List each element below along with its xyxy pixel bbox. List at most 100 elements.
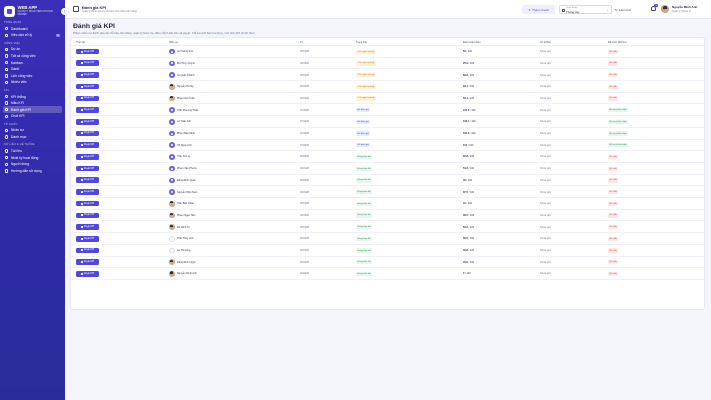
score-max: / 100 xyxy=(468,213,475,217)
brand-subtitle: QUẢN LÝ NHÂN VIÊN CHUYÊN NGHIỆP xyxy=(17,10,53,16)
review-kpi-button[interactable]: Duyệt KPI xyxy=(76,177,99,184)
review-kpi-button[interactable]: Duyệt KPI xyxy=(76,48,99,55)
sidebar-item[interactable]: Đánh giá KPI xyxy=(3,106,62,114)
nav-item-icon xyxy=(5,101,9,105)
employee-name[interactable]: Nguyễn Hiền Nam xyxy=(177,191,197,194)
review-kpi-button[interactable]: Duyệt KPI xyxy=(76,142,99,148)
nav-item-icon xyxy=(5,60,9,65)
review-kpi-label: Duyệt KPI xyxy=(83,73,95,76)
sidebar-item[interactable]: Hướng dẫn sử dụng xyxy=(3,168,62,175)
employee-name[interactable]: Phạm Anh Tuấn xyxy=(177,97,195,100)
review-kpi-button[interactable]: Duyệt KPI xyxy=(76,271,99,277)
employee-name[interactable]: Lê Tuấn Anh xyxy=(177,120,191,123)
page-description: Phiên nhân sự đánh giá các chỉ tiêu cần … xyxy=(73,31,256,35)
sidebar-item[interactable]: KPI thẳng xyxy=(3,93,62,100)
employee-name[interactable]: Phạm Ngọc Hân xyxy=(177,214,195,217)
review-kpi-button[interactable]: Duyệt KPI xyxy=(76,130,99,137)
sidebar-item[interactable]: Nhật ký hoạt động xyxy=(3,154,62,161)
employee-name[interactable]: Lê Thị Vòng xyxy=(177,249,190,252)
notification-button[interactable]: 3 xyxy=(650,4,658,13)
collapse-sidebar-button[interactable]: ‹ xyxy=(61,8,68,15)
brand[interactable]: WEB APP QUẢN LÝ NHÂN VIÊN CHUYÊN NGHIỆP xyxy=(0,0,65,18)
review-kpi-button[interactable]: Duyệt KPI xyxy=(76,212,99,219)
sidebar-item[interactable]: Tất cả công việc xyxy=(3,53,62,60)
employee-name[interactable]: Phạm Bảo Minh xyxy=(177,132,195,135)
app-logo-icon xyxy=(4,5,15,17)
review-kpi-button[interactable]: Duyệt KPI xyxy=(76,107,99,113)
sidebar-item[interactable]: Kanban xyxy=(3,59,62,66)
review-kpi-button[interactable]: Duyệt KPI xyxy=(76,259,99,265)
month-select[interactable]: Chọn tháng Tháng này ⌄ xyxy=(559,5,612,14)
status-badge: Đang theo dõi xyxy=(356,201,373,206)
review-kpi-button[interactable]: Duyệt KPI xyxy=(76,154,99,160)
score: 53.1 / 100 xyxy=(463,97,474,100)
status-badge: Đang theo dõi xyxy=(356,248,373,253)
nav-item-icon xyxy=(5,74,9,78)
user-name[interactable]: Nguyễn Minh Anh xyxy=(672,5,697,9)
review-kpi-button[interactable]: Duyệt KPI xyxy=(76,200,99,207)
review-kpi-label: Duyệt KPI xyxy=(83,272,95,275)
sidebar-item[interactable]: Dự án xyxy=(3,46,62,53)
employee-name[interactable]: Trần Thùy Linh xyxy=(177,237,194,240)
menu-icon[interactable] xyxy=(73,6,79,12)
sidebar-item-label: Danh mục xyxy=(10,135,27,140)
completion-badge: Đã có ý kiến nhập xyxy=(608,108,628,113)
employee-name[interactable]: Trần Kim Ly xyxy=(177,155,190,158)
review-kpi-button[interactable]: Duyệt KPI xyxy=(76,224,99,230)
completion-badge: Đã chốt xyxy=(608,248,619,253)
sidebar-item-label: Nhân sự xyxy=(10,128,24,133)
status-badge: Đã đánh giá xyxy=(356,131,371,136)
score-value: 46.9 xyxy=(463,260,468,264)
sidebar-item[interactable]: Gantt xyxy=(3,66,62,73)
period: 06/2026 xyxy=(300,237,310,241)
sidebar-item[interactable]: Việc cần xử lý 3 xyxy=(3,32,62,39)
sidebar-item[interactable]: Lịch công việc xyxy=(3,73,62,80)
score: 46.8 / 100 xyxy=(463,249,474,252)
review-kpi-button[interactable]: Duyệt KPI xyxy=(76,165,99,172)
sidebar-item[interactable]: Người dùng xyxy=(3,161,62,168)
sidebar-item[interactable]: Danh mục xyxy=(3,134,62,141)
employee-name[interactable]: Đặng Đình Quân xyxy=(177,179,196,182)
review-icon xyxy=(80,272,83,275)
review-kpi-label: Duyệt KPI xyxy=(83,226,95,229)
user-avatar[interactable] xyxy=(661,5,669,13)
review-kpi-button[interactable]: Duyệt KPI xyxy=(76,83,99,90)
score: 46 / 100 xyxy=(463,179,472,182)
employee-name[interactable]: Phạm Văn Phong xyxy=(177,167,197,170)
refresh-button[interactable]: ↻ Làm mới xyxy=(615,5,639,14)
period: 06/2026 xyxy=(300,73,310,77)
handling-status: Chưa gửi xyxy=(540,132,551,136)
employee-name[interactable]: Nguyễn Hà My xyxy=(177,85,194,88)
employee-name[interactable]: Đỗ Minh Trí xyxy=(177,226,190,229)
employee-name[interactable]: Trần Bảo Châu xyxy=(177,202,194,205)
review-kpi-button[interactable]: Duyệt KPI xyxy=(76,60,99,67)
review-kpi-button[interactable]: Duyệt KPI xyxy=(76,247,99,254)
review-kpi-button[interactable]: Duyệt KPI xyxy=(76,95,99,102)
employee-name[interactable]: Nguyễn Minh Anh xyxy=(177,272,197,275)
sidebar-item[interactable]: Tài liệu xyxy=(3,148,62,155)
employee-name[interactable]: Đặng Đình Ngọc xyxy=(177,261,195,264)
status-badge: Đã đánh giá xyxy=(356,108,371,113)
review-kpi-button[interactable]: Duyệt KPI xyxy=(76,235,99,242)
employee-name[interactable]: Bùi Thúy Quỳnh xyxy=(177,62,195,65)
review-kpi-button[interactable]: Duyệt KPI xyxy=(76,118,99,125)
review-kpi-button[interactable]: Duyệt KPI xyxy=(76,72,99,78)
sidebar-item-label: KPI thẳng xyxy=(10,94,26,99)
completion-badge: Đã chốt xyxy=(608,236,619,242)
review-kpi-button[interactable]: Duyệt KPI xyxy=(76,189,99,195)
employee-name[interactable]: Võ Ngọc Anh xyxy=(177,144,192,147)
sidebar-item-label: Mẫu KPI xyxy=(10,101,24,106)
employee-name[interactable]: Lê Hoàng Sơn xyxy=(177,50,193,53)
nav-item-icon xyxy=(5,47,9,52)
score-value: 93.1 xyxy=(463,85,468,89)
employee-name[interactable]: Lê Quốc Khánh xyxy=(177,74,194,77)
quick-add-button[interactable]: ✦ Thêm nhanh xyxy=(522,5,555,14)
sidebar-item[interactable]: Dashboard xyxy=(3,26,62,33)
employee-name[interactable]: Trần Phương Thảo xyxy=(177,109,198,112)
sidebar-item[interactable]: Nhân sự xyxy=(3,127,62,134)
sidebar-item-label: Tất cả công việc xyxy=(10,54,36,59)
sidebar-item[interactable]: Nhiều việc xyxy=(3,79,62,86)
status-badge: Đang theo dõi xyxy=(356,271,373,277)
sidebar-item[interactable]: Mẫu KPI xyxy=(3,100,62,107)
sidebar-item[interactable]: Chốt KPI xyxy=(3,113,62,120)
